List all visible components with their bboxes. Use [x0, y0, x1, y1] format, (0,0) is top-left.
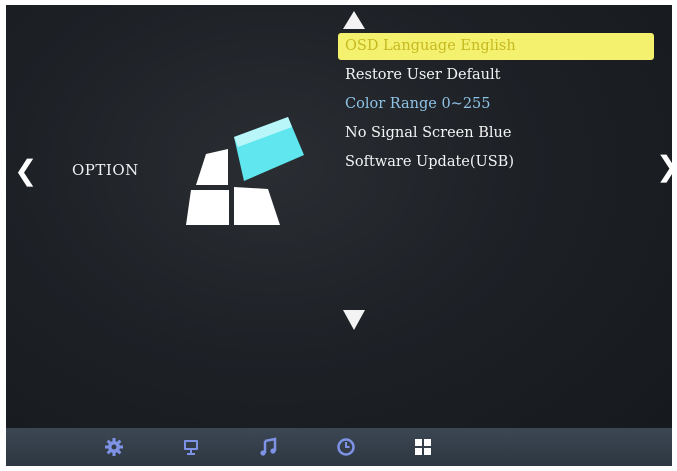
monitor-icon[interactable] — [181, 437, 201, 457]
menu-item-restore-user-default[interactable]: Restore User Default — [338, 62, 654, 89]
gear-icon[interactable] — [104, 437, 124, 457]
tv-osd-screen: ❮ ❯ OPTION OSD Language English Restore … — [6, 5, 672, 466]
right-arrow-icon[interactable]: ❯ — [656, 153, 672, 181]
menu-item-software-update[interactable]: Software Update(USB) — [338, 149, 654, 176]
windows-grid-icon[interactable] — [413, 437, 433, 457]
music-note-icon[interactable] — [258, 437, 278, 457]
option-menu: OSD Language English Restore User Defaul… — [338, 33, 654, 178]
clock-icon[interactable] — [336, 437, 356, 457]
menu-item-osd-language[interactable]: OSD Language English — [338, 33, 654, 60]
left-arrow-icon[interactable]: ❮ — [14, 157, 37, 185]
section-title: OPTION — [72, 161, 139, 179]
option-puzzle-icon — [186, 117, 304, 225]
scroll-up-arrow-icon[interactable] — [343, 11, 365, 29]
menu-item-color-range[interactable]: Color Range 0~255 — [338, 91, 654, 118]
scroll-down-arrow-icon[interactable] — [343, 310, 365, 330]
menu-item-no-signal-screen[interactable]: No Signal Screen Blue — [338, 120, 654, 147]
bottom-menu-bar — [6, 428, 672, 466]
